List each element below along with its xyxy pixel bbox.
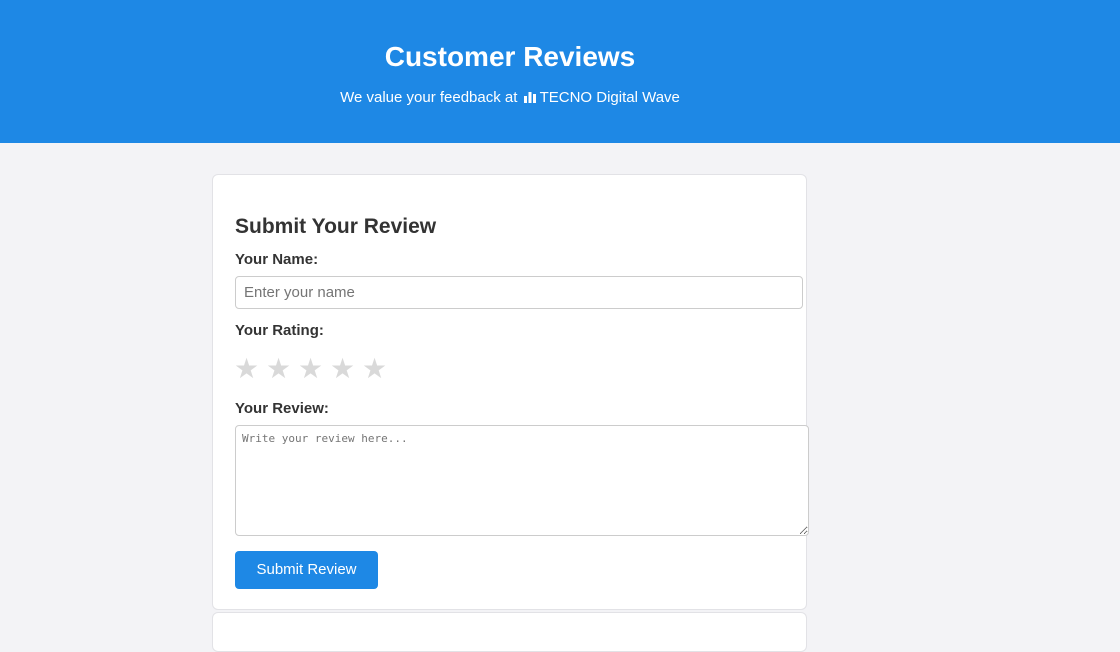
header-subtitle: We value your feedback at TECNO Digital …: [0, 89, 1020, 107]
rating-label: Your Rating:: [235, 322, 324, 339]
header-content: Customer Reviews We value your feedback …: [0, 0, 1020, 143]
review-form-card: Submit Your Review Your Name: Your Ratin…: [212, 174, 809, 610]
star-icon-3[interactable]: ★: [298, 354, 330, 384]
name-label: Your Name:: [235, 251, 319, 268]
page-title: Customer Reviews: [384, 41, 636, 72]
submit-review-button[interactable]: Submit Review: [235, 551, 378, 589]
rating-stars: ★ ★ ★ ★ ★: [234, 354, 394, 384]
name-input[interactable]: [235, 276, 803, 309]
form-title: Submit Your Review: [235, 215, 437, 238]
reviews-list-card: [212, 612, 807, 652]
subtitle-prefix: We value your feedback at: [340, 89, 522, 106]
review-textarea[interactable]: [235, 425, 809, 536]
star-icon-1[interactable]: ★: [234, 354, 266, 384]
star-icon-5[interactable]: ★: [362, 354, 394, 384]
review-label: Your Review:: [235, 400, 329, 417]
star-icon-4[interactable]: ★: [330, 354, 362, 384]
brand-name: TECNO Digital Wave: [539, 89, 680, 106]
page-header: Customer Reviews We value your feedback …: [0, 0, 1120, 143]
star-icon-2[interactable]: ★: [266, 354, 298, 384]
bar-chart-icon: [523, 92, 536, 103]
